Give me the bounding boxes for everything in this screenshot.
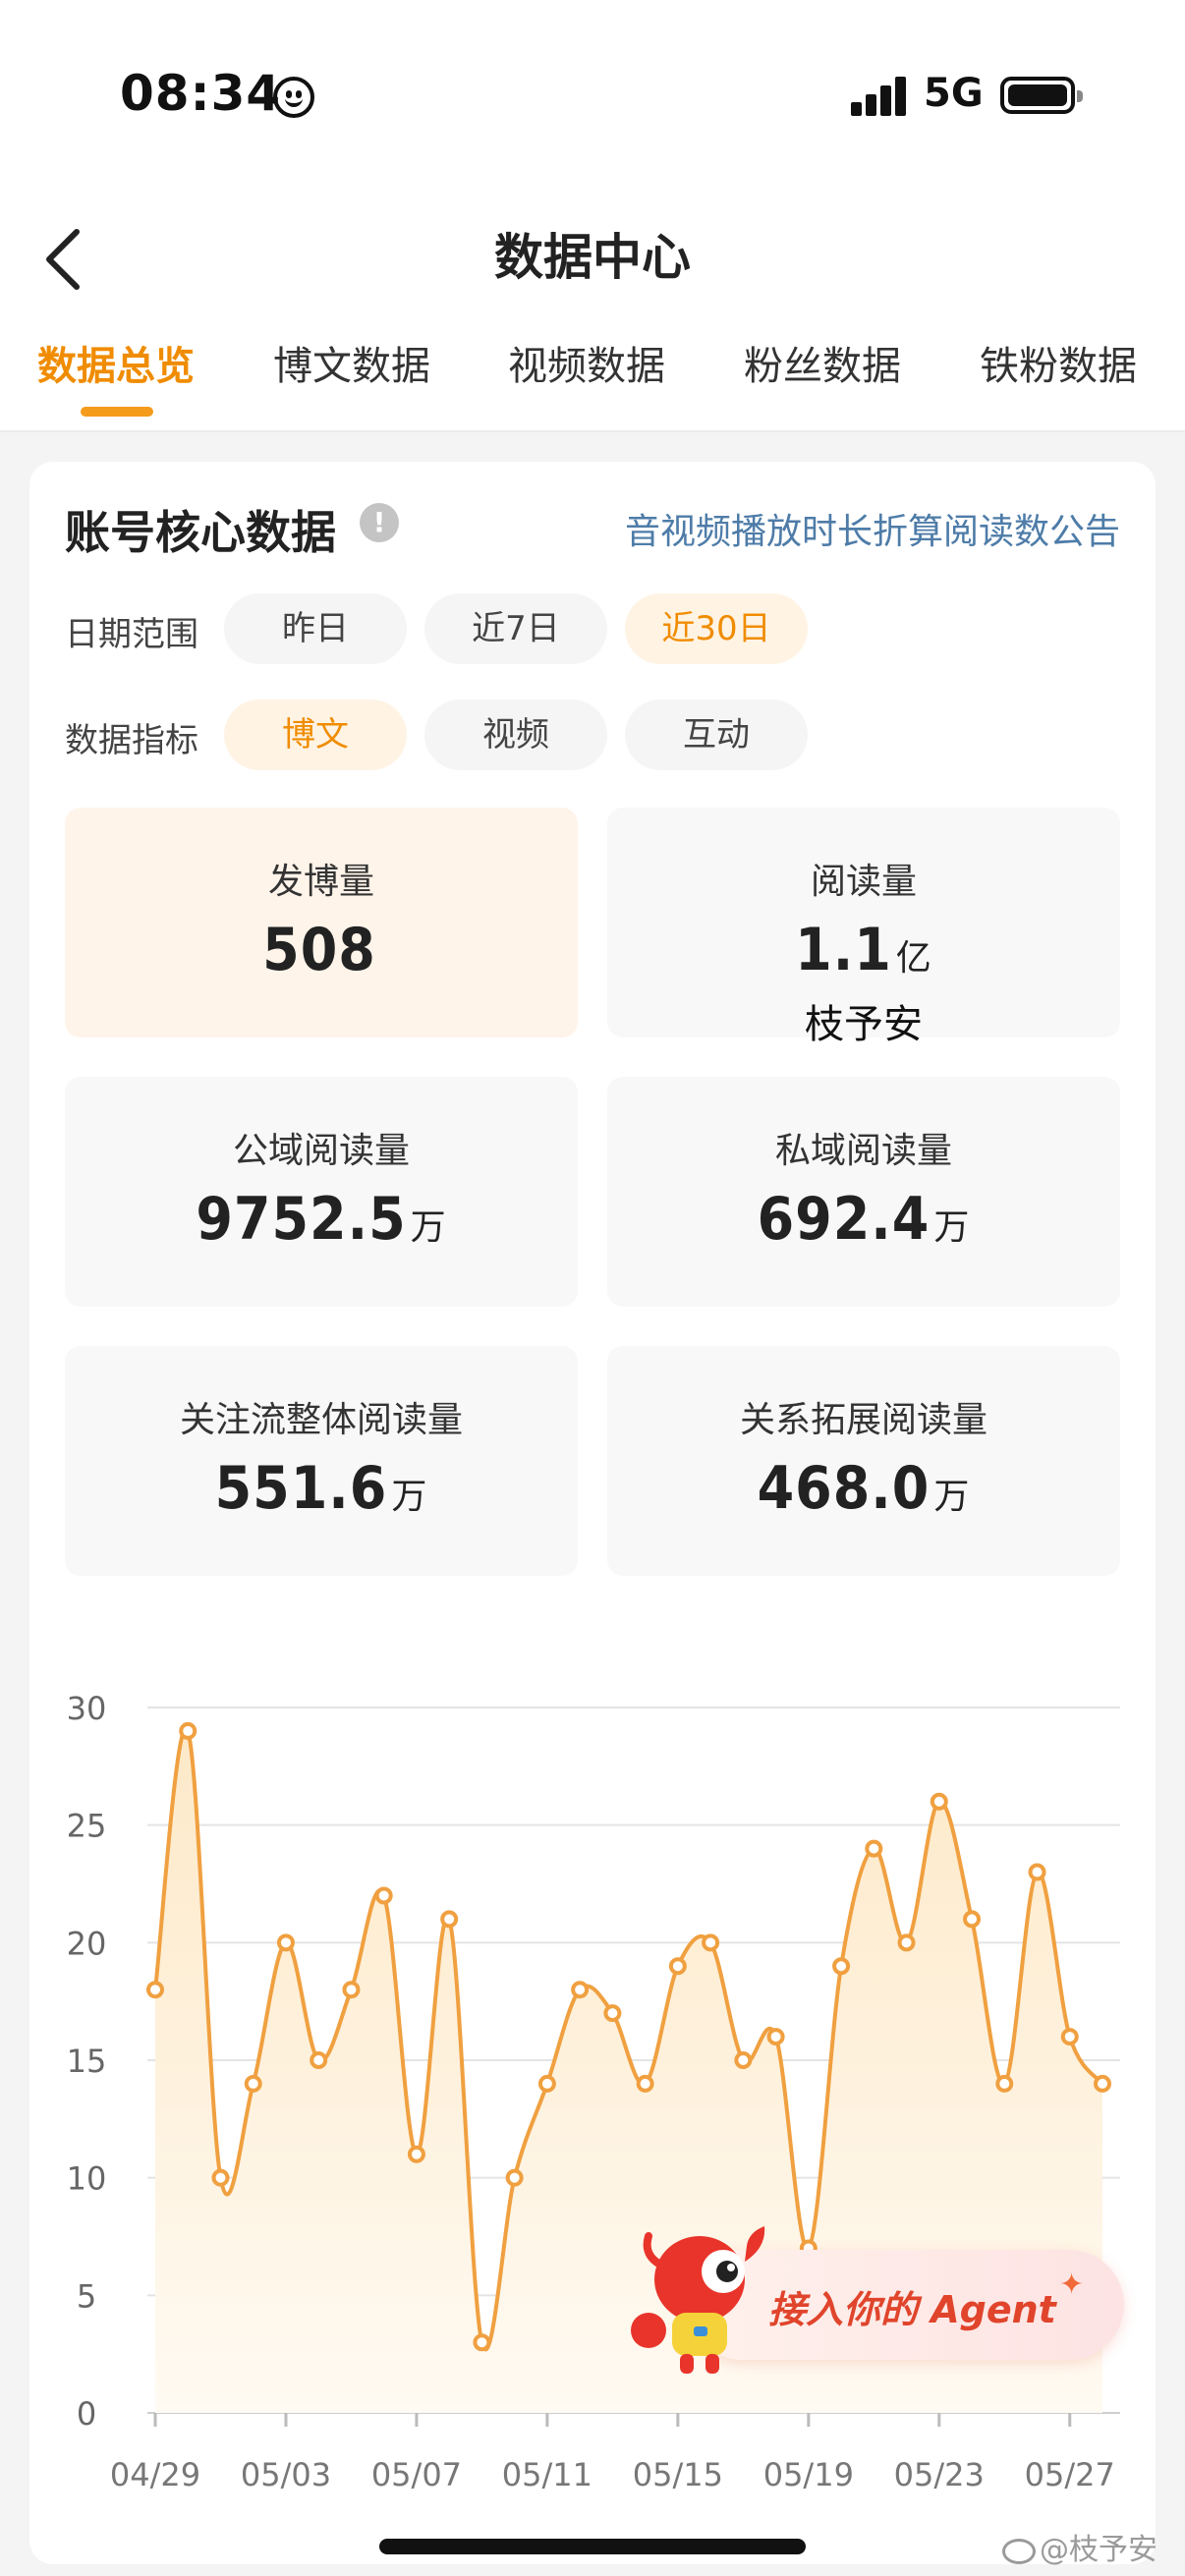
stat-value: 508 [262, 916, 376, 984]
home-indicator[interactable] [379, 2539, 806, 2554]
stat-value: 468.0 万 [757, 1454, 971, 1523]
stat-relation-reads[interactable]: 关系拓展阅读量 468.0 万 [607, 1346, 1120, 1576]
network-type: 5G [924, 71, 984, 116]
info-icon[interactable]: ! [360, 503, 399, 542]
date-chip-7-days[interactable]: 近7日 [424, 593, 607, 664]
status-time: 08:34 [120, 65, 282, 122]
metric-chip-interaction[interactable]: 互动 [625, 700, 808, 770]
stat-label: 公域阅读量 [232, 1131, 410, 1171]
tab-iron-fans-data[interactable]: 铁粉数据 [980, 334, 1137, 391]
date-chip-30-days[interactable]: 近30日 [625, 593, 808, 664]
tab-post-data[interactable]: 博文数据 [273, 334, 430, 391]
smiley-icon [273, 77, 314, 118]
date-range-label: 日期范围 [65, 615, 198, 654]
overlay-name-text: 枝予安 [805, 1002, 923, 1047]
metric-chip-video[interactable]: 视频 [424, 700, 607, 770]
core-data-card: 账号核心数据 ! 音视频播放时长折算阅读数公告 日期范围 昨日 近7日 近30日… [29, 462, 1156, 2564]
stat-label: 关注流整体阅读量 [179, 1400, 463, 1440]
cellular-signal-icon [851, 77, 908, 116]
stat-public-reads[interactable]: 公域阅读量 9752.5 万 [65, 1077, 578, 1307]
stat-follow-feed-reads[interactable]: 关注流整体阅读量 551.6 万 [65, 1346, 578, 1576]
page-title: 数据中心 [494, 229, 691, 286]
mascot-icon[interactable] [629, 2222, 776, 2380]
active-tab-indicator [81, 407, 153, 417]
stat-label: 阅读量 [810, 862, 917, 902]
notice-link[interactable]: 音视频播放时长折算阅读数公告 [625, 503, 1120, 554]
weibo-watermark: @枝予安 [1002, 2525, 1157, 2568]
metric-chip-posts[interactable]: 博文 [224, 700, 407, 770]
card-title: 账号核心数据 [65, 506, 336, 559]
stat-label: 关系拓展阅读量 [739, 1400, 988, 1440]
nav-bar: 数据中心 数据总览 博文数据 视频数据 粉丝数据 铁粉数据 [0, 187, 1185, 432]
sparkle-icon: ✦ [1059, 2268, 1085, 2302]
stat-private-reads[interactable]: 私域阅读量 692.4 万 [607, 1077, 1120, 1307]
tab-data-overview[interactable]: 数据总览 [37, 334, 195, 391]
weibo-icon [1002, 2538, 1036, 2564]
metric-label: 数据指标 [65, 721, 198, 760]
battery-icon [1000, 77, 1083, 114]
stat-read-count[interactable]: 阅读量 1.1 亿 枝予安 [607, 808, 1120, 1047]
agent-banner-text: 接入你的 Agent [768, 2288, 1056, 2331]
date-chip-yesterday[interactable]: 昨日 [224, 593, 407, 664]
stat-value: 1.1 亿 [795, 916, 932, 984]
tab-bar: 数据总览 博文数据 视频数据 粉丝数据 铁粉数据 [0, 334, 1185, 432]
status-bar: 08:34 5G [0, 0, 1185, 187]
stat-label: 私域阅读量 [774, 1131, 952, 1171]
stat-label: 发博量 [267, 862, 374, 902]
stat-value: 9752.5 万 [196, 1185, 447, 1254]
stat-value: 551.6 万 [214, 1454, 428, 1523]
tab-video-data[interactable]: 视频数据 [508, 334, 665, 391]
stat-post-count[interactable]: 发博量 508 [65, 808, 578, 1037]
tab-fans-data[interactable]: 粉丝数据 [744, 334, 901, 391]
stat-value: 692.4 万 [757, 1185, 971, 1254]
